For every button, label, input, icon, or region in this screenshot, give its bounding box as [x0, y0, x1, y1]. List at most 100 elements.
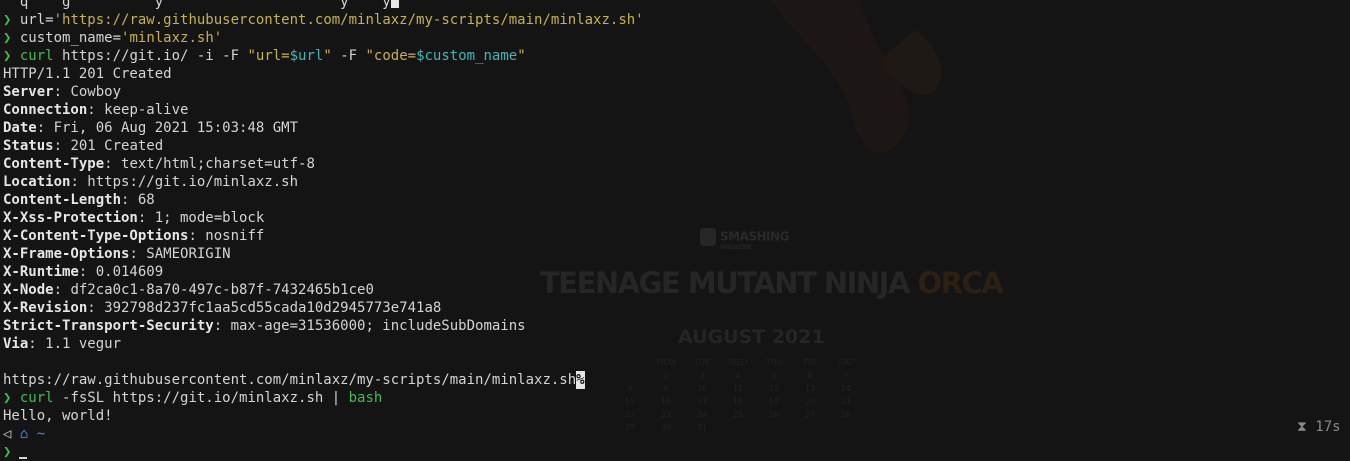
header-value: 0.014609 — [95, 264, 164, 280]
current-path: ~ — [36, 426, 46, 442]
calendar-day: 2 — [663, 371, 669, 380]
http-header-line: X-Content-Type-Options: nosniff — [3, 227, 644, 245]
http-header-line: Via: 1.1 vegur — [3, 335, 644, 353]
command-args: -F — [331, 48, 366, 64]
header-key: X-Revision — [3, 300, 88, 316]
arg-string-close: " — [323, 48, 332, 64]
header-value: https://git.io/minlaxz.sh — [87, 174, 299, 190]
no-newline-marker: % — [576, 371, 585, 389]
header-separator: : — [213, 318, 231, 334]
header-separator: : — [70, 174, 88, 190]
var-assign-name: custom_name= — [19, 30, 122, 46]
header-value: 392798d237fc1aa5cd55cada10d2945773e741a8 — [104, 300, 442, 316]
calendar-weekday: SAT — [838, 358, 854, 367]
os-icon: ◁ — [3, 426, 12, 442]
response-body: https://raw.githubusercontent.com/minlax… — [3, 371, 644, 389]
header-separator: : — [87, 102, 105, 118]
command-name: curl — [19, 48, 54, 64]
http-header-line: X-Node: df2ca0c1-8a70-497c-b87f-7432465b… — [3, 281, 644, 299]
prompt-symbol: ❯ — [3, 390, 12, 406]
wallpaper-calendar-grid: MON TUE WED THU FRI SAT 2 3 4 5 6 7 8 9 10 11 12 13 14 15 16… — [612, 358, 894, 432]
header-separator: : — [121, 192, 138, 208]
calendar-weekday: THU — [765, 358, 783, 367]
header-key: Status — [3, 138, 54, 154]
var-assign-name: url= — [19, 12, 54, 28]
header-key: Location — [3, 174, 71, 190]
calendar-day: 28 — [840, 410, 852, 419]
arg-variable: $custom_name — [416, 48, 518, 64]
header-value: 68 — [137, 192, 155, 208]
command-name: curl — [19, 390, 54, 406]
calendar-day: 19 — [768, 397, 780, 406]
http-header-line: Connection: keep-alive — [3, 101, 644, 119]
http-header-line: Location: https://git.io/minlaxz.sh — [3, 173, 644, 191]
command-args: https://git.io/ -i -F — [53, 48, 248, 64]
home-icon: ⌂ — [19, 426, 29, 442]
input-prompt-line[interactable]: ❯ — [3, 443, 644, 461]
calendar-day: 17 — [696, 397, 708, 406]
http-header-line: Date: Fri, 06 Aug 2021 15:03:48 GMT — [3, 119, 644, 137]
header-separator: : — [87, 300, 105, 316]
header-separator: : — [53, 84, 71, 100]
wallpaper-logo-subtext: MAGAZINE — [720, 244, 752, 251]
header-value: Cowboy — [70, 84, 122, 100]
header-key: Content-Type — [3, 156, 105, 172]
calendar-day: 23 — [660, 410, 672, 419]
calendar-day: 21 — [840, 397, 852, 406]
calendar-day: 31 — [696, 423, 708, 432]
wallpaper-title-accent: ORCA — [917, 266, 1004, 300]
header-key: X-Content-Type-Options — [3, 228, 189, 244]
http-header-line: X-Revision: 392798d237fc1aa5cd55cada10d2… — [3, 299, 644, 317]
calendar-day: 14 — [840, 384, 852, 393]
terminal-line-partial: q g y y y — [3, 0, 644, 11]
calendar-day: 30 — [660, 423, 672, 432]
calendar-day: 27 — [804, 410, 816, 419]
header-key: Server — [3, 84, 54, 100]
command-line-url: ❯ url='https://raw.githubusercontent.com… — [3, 11, 644, 29]
prompt-symbol: ❯ — [3, 444, 12, 460]
calendar-day: 11 — [732, 384, 744, 393]
header-value: 1; mode=block — [154, 210, 265, 226]
calendar-day: 20 — [804, 397, 816, 406]
calendar-day — [828, 423, 864, 432]
command-line-run: ❯ curl -fsSL https://git.io/minlaxz.sh |… — [3, 389, 644, 407]
pipe-command-name: bash — [348, 390, 383, 406]
header-key: Date — [3, 120, 37, 136]
calendar-day: 4 — [735, 371, 741, 380]
calendar-day — [792, 423, 828, 432]
http-headers: Server: Cowboy Connection: keep-alive Date… — [3, 83, 644, 353]
header-separator: : — [129, 246, 147, 262]
header-separator: : — [78, 264, 96, 280]
var-assign-value: 'minlaxz.sh' — [121, 30, 223, 46]
header-separator: : — [137, 210, 155, 226]
command-args: -fsSL https://git.io/minlaxz.sh | — [53, 390, 349, 406]
http-header-line: Status: 201 Created — [3, 137, 644, 155]
header-separator: : — [28, 336, 46, 352]
header-value: df2ca0c1-8a70-497c-b87f-7432465b1ce0 — [70, 282, 374, 298]
calendar-day: 7 — [843, 371, 849, 380]
prompt-symbol: ❯ — [3, 12, 12, 28]
prompt-symbol: ❯ — [3, 48, 12, 64]
header-value: 201 Created — [70, 138, 164, 154]
header-value: 1.1 vegur — [45, 336, 122, 352]
http-header-line: X-Xss-Protection: 1; mode=block — [3, 209, 644, 227]
text-cursor — [19, 457, 28, 459]
calendar-day: 24 — [696, 410, 708, 419]
partial-text: q g y y y — [3, 0, 391, 10]
header-value: max-age=31536000; includeSubDomains — [230, 318, 526, 334]
header-key: X-Frame-Options — [3, 246, 130, 262]
hourglass-icon: ⧗ — [1297, 419, 1307, 435]
header-value: keep-alive — [104, 102, 189, 118]
duration-text: 17s — [1315, 419, 1341, 435]
response-body-text: https://raw.githubusercontent.com/minlax… — [3, 372, 577, 388]
header-separator: : — [53, 138, 71, 154]
terminal-output[interactable]: q g y y y ❯ url='https://raw.githubuserc… — [3, 0, 644, 461]
arg-string-close: " — [517, 48, 526, 64]
calendar-day: 18 — [732, 397, 744, 406]
http-header-line: Server: Cowboy — [3, 83, 644, 101]
selection-cursor — [390, 0, 399, 8]
http-header-line: Content-Length: 68 — [3, 191, 644, 209]
http-header-line: X-Runtime: 0.014609 — [3, 263, 644, 281]
header-separator: : — [188, 228, 206, 244]
